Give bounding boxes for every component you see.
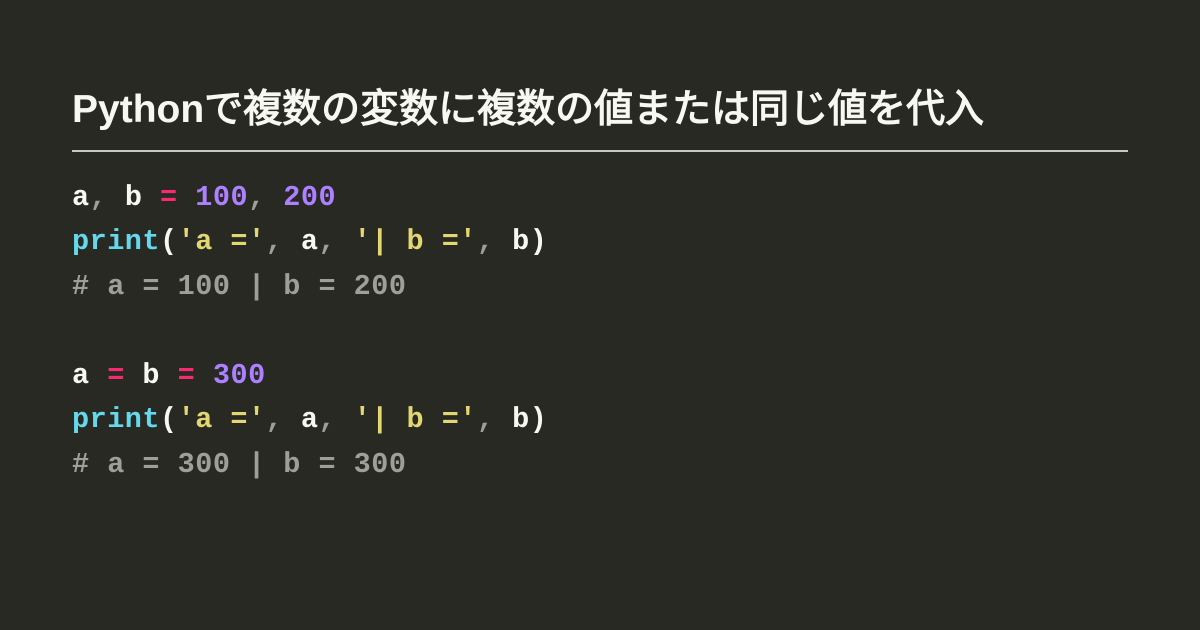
code-line: print('a =', a, '| b =', b) [72, 398, 1128, 442]
code-token-str: '| b =' [354, 403, 477, 436]
code-token-str: 'a =' [178, 403, 266, 436]
code-token-punct: , [477, 225, 512, 258]
code-token-str: '| b =' [354, 225, 477, 258]
code-token-var: ( [160, 403, 178, 436]
code-token-punct: , [477, 403, 512, 436]
code-token-var: a [301, 403, 319, 436]
code-token-punct: , [266, 225, 301, 258]
code-token-var: b [512, 225, 530, 258]
code-token-op: = [160, 181, 178, 214]
code-token-var: a [72, 359, 107, 392]
code-token-str: 'a =' [178, 225, 266, 258]
code-token-comment: # a = 100 | b = 200 [72, 270, 406, 303]
code-token-var: a [301, 225, 319, 258]
code-token-comment: # a = 300 | b = 300 [72, 448, 406, 481]
code-token-var [178, 181, 196, 214]
code-token-var: ) [530, 225, 548, 258]
code-block: a, b = 100, 200print('a =', a, '| b =', … [72, 176, 1128, 487]
code-token-punct: , [90, 181, 125, 214]
code-token-var: ( [160, 225, 178, 258]
code-line: a = b = 300 [72, 354, 1128, 398]
code-line [72, 309, 1128, 353]
code-token-num: 100 [195, 181, 248, 214]
code-token-op: = [107, 359, 125, 392]
code-token-func: print [72, 403, 160, 436]
code-line: # a = 100 | b = 200 [72, 265, 1128, 309]
code-token-var [195, 359, 213, 392]
code-token-punct: , [248, 181, 283, 214]
code-token-var: b [512, 403, 530, 436]
code-token-punct: , [318, 225, 353, 258]
page-title: Pythonで複数の変数に複数の値または同じ値を代入 [72, 78, 1128, 152]
code-line: # a = 300 | b = 300 [72, 443, 1128, 487]
code-line: a, b = 100, 200 [72, 176, 1128, 220]
code-line: print('a =', a, '| b =', b) [72, 220, 1128, 264]
code-token-num: 300 [213, 359, 266, 392]
code-token-var: a [72, 181, 90, 214]
code-token-punct: , [318, 403, 353, 436]
code-token-op: = [178, 359, 196, 392]
code-token-var: b [125, 359, 178, 392]
code-token-func: print [72, 225, 160, 258]
code-token-var: b [125, 181, 160, 214]
code-token-punct: , [266, 403, 301, 436]
code-token-var: ) [530, 403, 548, 436]
code-token-num: 200 [283, 181, 336, 214]
